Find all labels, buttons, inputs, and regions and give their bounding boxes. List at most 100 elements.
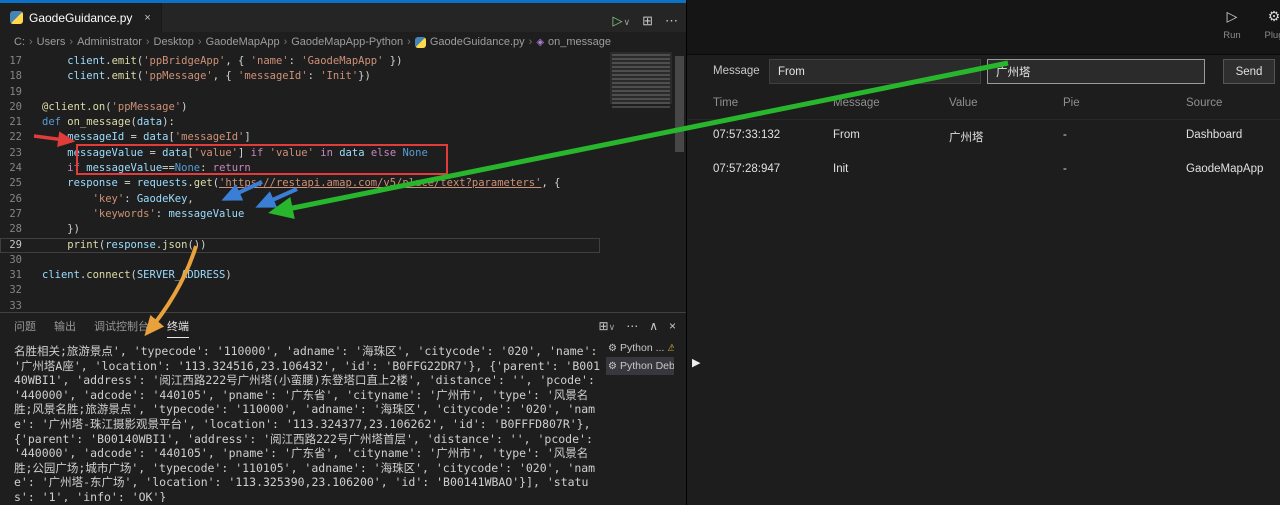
table-cell: 广州塔 — [949, 132, 984, 144]
line-number: 33 — [9, 299, 22, 312]
code-line-28[interactable]: 28 }) — [0, 222, 600, 237]
session-label: Python ... — [619, 342, 665, 354]
plugin-label: Plug — [1264, 30, 1280, 41]
send-button[interactable]: Send — [1223, 59, 1275, 84]
code-line-31[interactable]: 31 client.connect(SERVER_ADDRESS) — [0, 268, 600, 283]
code-line-32[interactable]: 32 — [0, 283, 600, 298]
breadcrumb[interactable]: C: › Users › Administrator › Desktop › GaodeMapA… — [0, 32, 686, 52]
expand-panel-button[interactable]: ▶ — [692, 356, 700, 369]
maximize-panel-icon[interactable]: ∧ — [649, 319, 658, 333]
table-cell: GaodeMapApp — [1186, 163, 1264, 175]
code-line-19[interactable]: 19 — [0, 85, 600, 100]
breadcrumb-item-administrator[interactable]: Administrator — [77, 36, 142, 48]
table-cell: 07:57:33:132 — [713, 129, 781, 141]
code-line-18[interactable]: 18 client.emit('ppMessage', { 'messageId… — [0, 69, 600, 84]
message-table: Time Message Value Pie Source 07:57:33:132 Fr… — [687, 89, 1280, 184]
code-text: client.connect(SERVER_ADDRESS) — [42, 269, 232, 282]
breadcrumb-label: C: — [14, 36, 25, 48]
code-text: @client.on('ppMessage') — [42, 100, 188, 113]
code-lines: 17 client.emit('ppBridgeApp', { 'name': … — [0, 54, 600, 312]
panel-tab-[interactable]: 问题 — [14, 314, 36, 337]
minimap[interactable] — [612, 54, 670, 110]
run-icon: ▷ — [1226, 8, 1238, 24]
terminal-session[interactable]: ⚙ Python ... ⚠ — [606, 339, 674, 357]
breadcrumb-item-c[interactable]: C: — [14, 36, 25, 48]
code-line-23[interactable]: 23 messageValue = data['value'] if 'valu… — [0, 146, 600, 161]
code-text: client.emit('ppBridgeApp', { 'name': 'Ga… — [67, 55, 403, 67]
terminal-output-text: 名胜相关;旅游景点', 'typecode': '110000', 'adnam… — [14, 344, 601, 502]
close-tab-icon[interactable]: × — [144, 12, 150, 24]
message-type-input[interactable] — [769, 59, 981, 84]
line-number: 19 — [9, 85, 22, 98]
code-text: messageId = data['messageId'] — [67, 131, 251, 144]
line-number: 27 — [9, 207, 22, 220]
code-line-20[interactable]: 20 @client.on('ppMessage') — [0, 100, 600, 115]
column-header-time: Time — [713, 97, 739, 109]
breadcrumb-item-gaodemapapp[interactable]: GaodeMapApp — [206, 36, 280, 48]
panel-tab-[interactable]: 调试控制台 — [94, 314, 149, 337]
terminal-dropdown-icon[interactable]: ∨ — [609, 322, 616, 332]
split-editor-icon[interactable]: ⊞ — [642, 13, 653, 29]
bottom-panel: 问题 输出 调试控制台 终端 ⊞∨ ⋯ ∧ × 名胜相关;旅游景点', 'typeco… — [0, 312, 686, 505]
run-python-file-button[interactable]: ▷∨ — [613, 13, 631, 29]
code-text: client.emit('ppMessage', { 'messageId': … — [67, 70, 371, 83]
code-text: 'keywords': messageValue — [92, 207, 245, 220]
code-line-22[interactable]: 22 messageId = data['messageId'] — [0, 130, 600, 145]
code-line-33[interactable]: 33 — [0, 299, 600, 312]
panel-actions: ⊞∨ ⋯ ∧ × — [599, 313, 676, 338]
code-line-24[interactable]: 24 if messageValue==None: return — [0, 161, 600, 176]
breadcrumb-item-gaodeguidance-py[interactable]: GaodeGuidance.py — [414, 36, 525, 48]
table-row[interactable]: 07:57:33:132 From 广州塔 - Dashboard — [687, 120, 1280, 154]
more-actions-icon[interactable]: ⋯ — [665, 13, 678, 29]
code-line-21[interactable]: 21 def on_message(data): — [0, 115, 600, 130]
run-button[interactable]: ▷ Run — [1215, 6, 1249, 41]
code-line-25[interactable]: 25 response = requests.get('https://rest… — [0, 176, 600, 191]
line-number: 30 — [9, 253, 22, 266]
panel-tab-[interactable]: 输出 — [54, 314, 76, 337]
terminal-session[interactable]: ⚙Python Deb... — [606, 357, 674, 375]
code-line-26[interactable]: 26 'key': GaodeKey, — [0, 192, 600, 207]
code-line-29[interactable]: 29 print(response.json()) — [0, 237, 600, 253]
scrollbar-thumb[interactable] — [675, 56, 684, 152]
code-line-27[interactable]: 27 'keywords': messageValue — [0, 207, 600, 222]
column-header-value: Value — [949, 97, 978, 109]
breadcrumb-label: Users — [36, 36, 66, 48]
panel-header: 问题 输出 调试控制台 终端 ⊞∨ ⋯ ∧ × — [0, 313, 686, 338]
keyword-input[interactable] — [987, 59, 1205, 84]
line-number: 24 — [9, 162, 22, 175]
tab-gaodeguidance-py[interactable]: GaodeGuidance.py × — [0, 3, 162, 32]
breadcrumb-item-desktop[interactable]: Desktop — [154, 36, 194, 48]
breadcrumb-item-users[interactable]: Users — [37, 36, 66, 48]
code-editor[interactable]: 17 client.emit('ppBridgeApp', { 'name': … — [0, 52, 686, 312]
code-line-17[interactable]: 17 client.emit('ppBridgeApp', { 'name': … — [0, 54, 600, 69]
panel-more-icon[interactable]: ⋯ — [626, 319, 638, 333]
table-cell: - — [1063, 129, 1067, 141]
line-number: 22 — [9, 131, 22, 144]
new-terminal-icon[interactable]: ⊞∨ — [599, 319, 616, 333]
app-toolbar: ▷ Run ⚙ Plug — [687, 0, 1280, 55]
line-number: 18 — [9, 70, 22, 83]
run-dropdown-icon[interactable]: ∨ — [624, 17, 631, 27]
terminal[interactable]: 名胜相关;旅游景点', 'typecode': '110000', 'adnam… — [14, 344, 602, 502]
breadcrumb-item-gaodemapapp-python[interactable]: GaodeMapApp-Python — [291, 36, 403, 48]
line-number: 28 — [9, 223, 22, 236]
code-line-30[interactable]: 30 — [0, 253, 600, 268]
breadcrumb-label: on_message — [548, 36, 612, 48]
code-text: print(response.json()) — [67, 238, 207, 251]
tab-filename: GaodeGuidance.py — [29, 10, 133, 25]
code-text: messageValue = data['value'] if 'value' … — [67, 146, 428, 159]
panel-tab-[interactable]: 终端 — [167, 314, 189, 338]
table-cell: - — [1063, 163, 1067, 175]
line-number: 26 — [9, 192, 22, 205]
run-label: Run — [1223, 30, 1241, 41]
breadcrumb-separator: › — [69, 36, 74, 48]
close-panel-icon[interactable]: × — [669, 319, 676, 333]
breadcrumb-label: GaodeMapApp-Python — [291, 36, 404, 48]
column-header-message: Message — [833, 97, 880, 109]
plugin-button[interactable]: ⚙ Plug — [1257, 6, 1280, 41]
breadcrumb-item-on-message[interactable]: ◈ on_message — [536, 36, 611, 48]
editor-scrollbar[interactable] — [673, 52, 686, 312]
line-number: 20 — [9, 100, 22, 113]
table-row[interactable]: 07:57:28:947 Init - GaodeMapApp — [687, 154, 1280, 184]
table-cell: Dashboard — [1186, 129, 1243, 141]
